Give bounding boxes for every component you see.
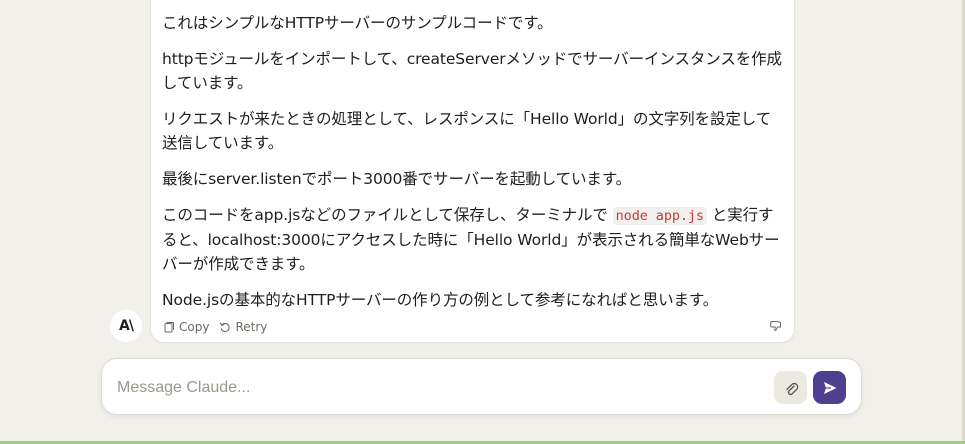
assistant-message: これはシンプルなHTTPサーバーのサンプルコードです。 httpモジュールをイン… (150, 0, 795, 343)
retry-label: Retry (235, 320, 268, 334)
attach-button[interactable] (774, 371, 807, 404)
send-icon (823, 381, 836, 394)
message-paragraph: これはシンプルなHTTPサーバーのサンプルコードです。 (162, 14, 553, 32)
message-paragraph: 最後にserver.listenでポート3000番でサーバーを起動しています。 (162, 170, 632, 188)
paperclip-icon (785, 382, 798, 395)
message-paragraph: Node.jsの基本的なHTTPサーバーの作り方の例として参考になればと思います… (162, 291, 719, 309)
message-paragraph: このコードをapp.jsなどのファイルとして保存し、ターミナルで node ap… (162, 203, 782, 276)
inline-code: node app.js (612, 207, 707, 225)
copy-icon (164, 322, 174, 333)
message-body: これはシンプルなHTTPサーバーのサンプルコードです。 httpモジュールをイン… (162, 11, 782, 324)
retry-button[interactable]: Retry (219, 320, 267, 334)
claude-avatar: A\ (110, 310, 142, 342)
message-paragraph: リクエストが来たときの処理として、レスポンスに「Hello World」の文字列… (162, 110, 772, 152)
message-actions: Copy Retry (164, 319, 277, 335)
avatar-logo: A\ (119, 318, 134, 334)
paragraph-text: このコードをapp.jsなどのファイルとして保存し、ターミナルで (162, 206, 613, 224)
dislike-icon[interactable] (769, 319, 783, 333)
copy-label: Copy (179, 320, 210, 334)
send-button[interactable] (813, 371, 846, 404)
message-input[interactable] (117, 377, 757, 399)
message-composer (101, 358, 862, 415)
message-paragraph: httpモジュールをインポートして、createServerメソッドでサーバーイ… (162, 50, 782, 92)
retry-icon (220, 322, 231, 332)
copy-button[interactable]: Copy (164, 320, 209, 334)
